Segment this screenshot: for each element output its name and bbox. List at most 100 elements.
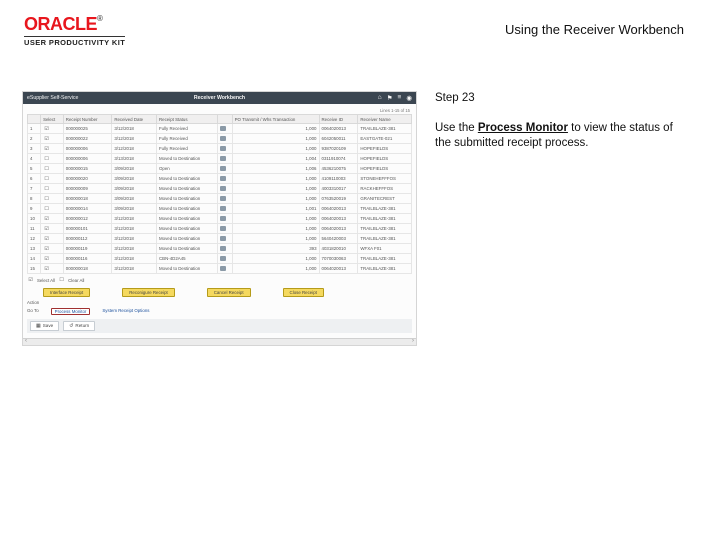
row-select[interactable]: ☐ (41, 164, 64, 174)
receipt-number[interactable]: 000000025 (63, 124, 112, 134)
api-icon-cell[interactable] (218, 184, 233, 194)
receiver-name: HOPEFIELDS (358, 154, 412, 164)
receiver-name: TRAILBLAZE-381 (358, 264, 412, 274)
receipt-number[interactable]: 000000018 (63, 264, 112, 274)
api-icon (220, 156, 226, 161)
window-title: Receiver Workbench (23, 95, 416, 101)
table-row: 1☑0000000253/12/2018Fully Received1,0000… (28, 124, 412, 134)
api-icon-cell[interactable] (218, 254, 233, 264)
row-select[interactable]: ☑ (41, 234, 64, 244)
row-select[interactable]: ☑ (41, 264, 64, 274)
receipt-number[interactable]: 000000112 (63, 234, 112, 244)
row-select[interactable]: ☑ (41, 214, 64, 224)
receiver-name: TRAILBLAZE-381 (358, 224, 412, 234)
receipt-number[interactable]: 000000116 (63, 254, 112, 264)
row-index: 6 (28, 174, 41, 184)
api-icon-cell[interactable] (218, 134, 233, 144)
receipt-number[interactable]: 000000014 (63, 204, 112, 214)
row-select[interactable]: ☑ (41, 124, 64, 134)
row-select[interactable]: ☑ (41, 244, 64, 254)
col-header (218, 115, 233, 124)
table-row: 10☑0000000123/12/2018Moved to Destinatio… (28, 214, 412, 224)
receipt-number[interactable]: 000000022 (63, 134, 112, 144)
receiver-name: TRAILBLAZE-381 (358, 254, 412, 264)
receive-id: 7070030063 (319, 254, 358, 264)
api-icon-cell[interactable] (218, 164, 233, 174)
table-row: 3☑0000000063/12/2018Fully Received1,0009… (28, 144, 412, 154)
close-receipt-button[interactable]: Close Receipt (283, 288, 324, 297)
receipt-number[interactable]: 000000101 (63, 224, 112, 234)
clear-all-checkbox[interactable]: ☐ (58, 278, 65, 283)
api-icon (220, 206, 226, 211)
row-index: 4 (28, 154, 41, 164)
horizontal-scrollbar[interactable] (23, 338, 416, 345)
receipt-number[interactable]: 000000009 (63, 184, 112, 194)
row-select[interactable]: ☐ (41, 204, 64, 214)
row-select[interactable]: ☐ (41, 174, 64, 184)
po-qty: 1,000 (232, 234, 319, 244)
table-row: 7☐0000000093/09/2018Moved to Destination… (28, 184, 412, 194)
row-select[interactable]: ☑ (41, 134, 64, 144)
save-tab[interactable]: ▦Save (30, 321, 59, 331)
paging-label: Lines 1-15 of 15 (27, 107, 412, 114)
row-index: 3 (28, 144, 41, 154)
api-icon-cell[interactable] (218, 154, 233, 164)
receipt-number[interactable]: 000000015 (63, 164, 112, 174)
row-select[interactable]: ☐ (41, 194, 64, 204)
receipt-status: Moved to Destination (156, 154, 217, 164)
process-monitor-link[interactable]: Process Monitor (51, 308, 91, 315)
api-icon-cell[interactable] (218, 234, 233, 244)
api-icon (220, 166, 226, 171)
receipt-number[interactable]: 000000020 (63, 174, 112, 184)
row-select[interactable]: ☑ (41, 224, 64, 234)
api-icon-cell[interactable] (218, 204, 233, 214)
row-select[interactable]: ☑ (41, 254, 64, 264)
api-icon-cell[interactable] (218, 144, 233, 154)
table-row: 2☑0000000223/12/2018Fully Received1,0006… (28, 134, 412, 144)
row-index: 13 (28, 244, 41, 254)
row-index: 2 (28, 134, 41, 144)
receipt-status: Moved to Destination (156, 214, 217, 224)
api-icon-cell[interactable] (218, 124, 233, 134)
receipt-status: Fully Received (156, 134, 217, 144)
receipt-number[interactable]: 000000012 (63, 214, 112, 224)
api-icon-cell[interactable] (218, 244, 233, 254)
api-icon-cell[interactable] (218, 224, 233, 234)
api-icon (220, 196, 226, 201)
po-qty: 1,000 (232, 184, 319, 194)
receipt-number[interactable]: 000000006 (63, 144, 112, 154)
interface-receipt-button[interactable]: Interface Receipt (43, 288, 90, 297)
reconcile-receipt-button[interactable]: Reconigure Receipt (122, 288, 175, 297)
col-header (28, 115, 41, 124)
receive-id: 4536210075 (319, 164, 358, 174)
row-select[interactable]: ☑ (41, 144, 64, 154)
return-tab[interactable]: ↺Return (63, 321, 95, 331)
receive-id: 0064020013 (319, 264, 358, 274)
system-options-link[interactable]: System Receipt Options (102, 308, 149, 315)
receipt-number[interactable]: 000000119 (63, 244, 112, 254)
receiver-name: GRANITECREST (358, 194, 412, 204)
receiver-name: TRAILBLAZE-381 (358, 234, 412, 244)
row-select[interactable]: ☐ (41, 184, 64, 194)
select-all-checkbox[interactable]: ☑ (27, 278, 34, 283)
brand-block: ORACLE® USER PRODUCTIVITY KIT (24, 14, 125, 47)
cancel-receipt-button[interactable]: Cancel Receipt (207, 288, 251, 297)
receipt-number[interactable]: 000000006 (63, 154, 112, 164)
po-qty: 1,000 (232, 224, 319, 234)
po-qty: 1,006 (232, 164, 319, 174)
api-icon-cell[interactable] (218, 264, 233, 274)
api-icon (220, 216, 226, 221)
api-icon-cell[interactable] (218, 194, 233, 204)
receipt-number[interactable]: 000000018 (63, 194, 112, 204)
table-row: 8☐0000000183/09/2018Moved to Destination… (28, 194, 412, 204)
row-select[interactable]: ☐ (41, 154, 64, 164)
table-row: 6☐0000000203/09/2018Moved to Destination… (28, 174, 412, 184)
col-header: Received Date (112, 115, 157, 124)
kit-label: USER PRODUCTIVITY KIT (24, 36, 125, 47)
goto-label: Go To (27, 308, 39, 315)
table-row: 13☑0000001193/12/2018Moved to Destinatio… (28, 244, 412, 254)
instruction-body: Use the Process Monitor to view the stat… (435, 121, 685, 152)
api-icon-cell[interactable] (218, 214, 233, 224)
api-icon (220, 256, 226, 261)
api-icon-cell[interactable] (218, 174, 233, 184)
